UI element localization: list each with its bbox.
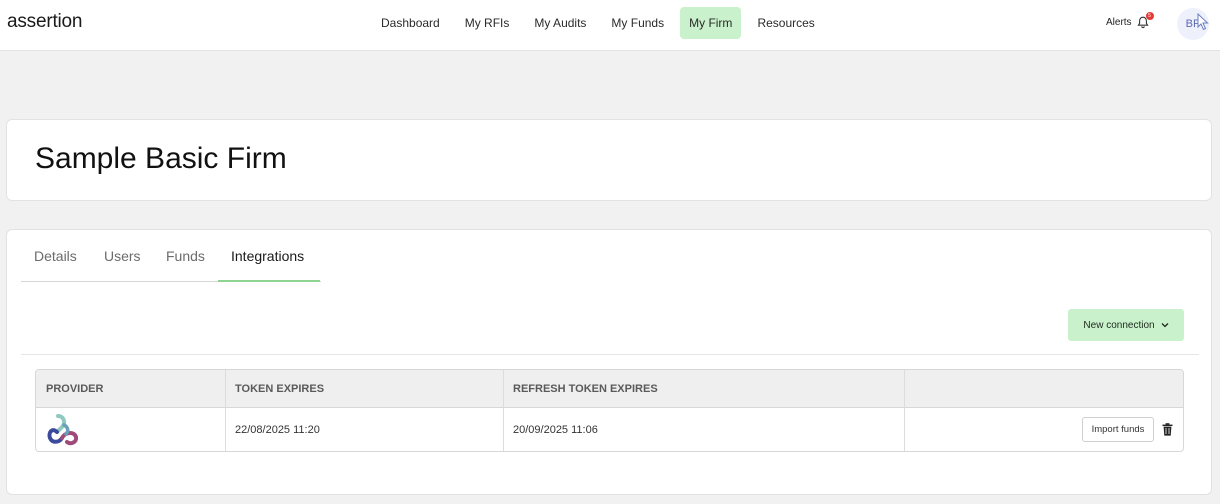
firm-tabs: Details Users Funds Integrations [21,230,1199,282]
alerts-label: Alerts [1106,17,1132,28]
trash-icon[interactable] [1162,423,1173,436]
new-connection-label: New connection [1083,319,1155,331]
new-connection-button[interactable]: New connection [1068,309,1184,341]
nav-item-my-rfis[interactable]: My RFIs [456,7,519,39]
provider-cell [36,408,225,451]
top-navigation-bar: assertion Dashboard My RFIs My Audits My… [0,0,1220,51]
alerts-count-badge: 5 [1145,12,1154,20]
tab-integrations[interactable]: Integrations [231,248,304,264]
token-expires-cell: 22/08/2025 11:20 [235,424,320,436]
refresh-token-expires-cell: 20/09/2025 11:06 [513,424,598,436]
table-row: 22/08/2025 11:20 20/09/2025 11:06 Import… [36,408,1183,451]
mouse-cursor-icon [1197,13,1209,31]
chevron-down-icon [1161,323,1169,328]
nav-item-dashboard[interactable]: Dashboard [372,7,449,39]
nav-item-my-funds[interactable]: My Funds [602,7,673,39]
bell-icon: 5 [1136,12,1154,29]
firm-detail-card: Details Users Funds Integrations New con… [6,229,1212,495]
column-header-token-expires: TOKEN EXPIRES [235,383,325,395]
import-funds-button[interactable]: Import funds [1082,417,1154,442]
active-tab-indicator [218,280,320,282]
alerts-button[interactable]: Alerts 5 [1106,12,1154,29]
nav-item-my-audits[interactable]: My Audits [525,7,595,39]
integrations-table: PROVIDER TOKEN EXPIRES REFRESH TOKEN EXP… [35,369,1184,452]
column-header-refresh-token-expires: REFRESH TOKEN EXPIRES [513,383,658,395]
page-title: Sample Basic Firm [35,142,287,175]
provider-logo-icon [47,414,79,446]
nav-item-resources[interactable]: Resources [748,7,823,39]
table-header: PROVIDER TOKEN EXPIRES REFRESH TOKEN EXP… [36,370,1183,408]
column-header-provider: PROVIDER [46,383,104,395]
main-nav: Dashboard My RFIs My Audits My Funds My … [372,7,831,39]
section-divider [21,354,1199,355]
firm-title-card: Sample Basic Firm [6,119,1212,201]
app-logo[interactable]: assertion [7,11,82,33]
column-header-actions [904,370,1183,408]
tab-funds[interactable]: Funds [166,248,205,264]
tab-details[interactable]: Details [34,248,77,264]
nav-item-my-firm[interactable]: My Firm [680,7,742,39]
tab-users[interactable]: Users [104,248,141,264]
